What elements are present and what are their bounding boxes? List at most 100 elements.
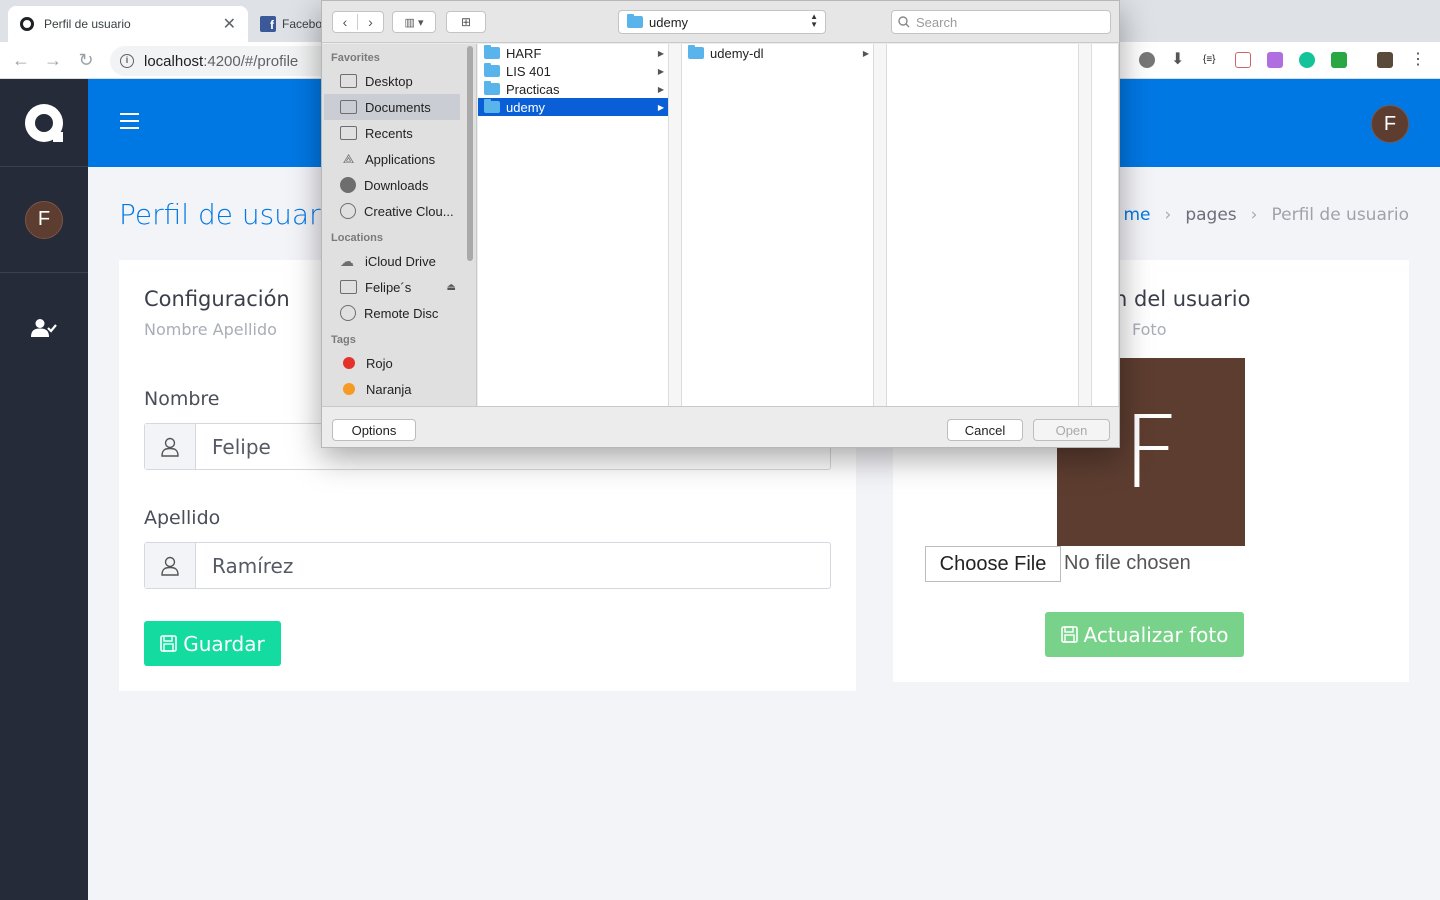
favorites-header: Favorites — [331, 52, 380, 64]
sidebar-item-label: Applications — [365, 151, 436, 167]
breadcrumb-pages[interactable]: pages — [1185, 205, 1236, 225]
sidebar-item-disk[interactable]: Felipe´s ⏏ — [322, 274, 476, 300]
list-item-label: udemy — [506, 99, 546, 115]
desktop-icon — [340, 74, 357, 88]
no-file-label: No file chosen — [1064, 552, 1191, 574]
list-item[interactable]: Practicas ▶ — [478, 80, 668, 98]
sidebar-item-profile[interactable] — [0, 273, 88, 383]
folder-icon — [688, 45, 704, 59]
profile-avatar-icon[interactable] — [1377, 52, 1393, 68]
chevron-right-icon: ▶ — [657, 48, 664, 58]
sidebar-user[interactable]: F — [0, 167, 88, 273]
sidebar-scrollbar[interactable] — [467, 46, 473, 261]
red-tag-icon — [343, 357, 355, 369]
back-forward-control[interactable]: ‹ › — [332, 11, 384, 33]
hamburger-menu-icon[interactable] — [120, 113, 139, 129]
sidebar-item-tag-naranja[interactable]: Naranja — [322, 376, 476, 402]
search-placeholder: Search — [916, 14, 958, 30]
choose-file-button[interactable]: Choose File — [925, 546, 1061, 582]
current-folder-label: udemy — [649, 14, 689, 30]
search-input[interactable]: Search — [891, 10, 1111, 34]
folder-icon — [484, 99, 500, 113]
sidebar-item-label: Desktop — [365, 73, 413, 89]
lastname-value: Ramírez — [212, 553, 294, 578]
sidebar-item-desktop[interactable]: Desktop — [322, 68, 476, 94]
sidebar-item-documents[interactable]: Documents — [324, 94, 460, 120]
cancel-button[interactable]: Cancel — [947, 419, 1023, 441]
extension-icon[interactable] — [1139, 52, 1155, 68]
browser-column-3 — [887, 44, 1079, 406]
json-extension-icon[interactable]: {≡} — [1203, 52, 1219, 68]
sidebar-item-label: Remote Disc — [364, 305, 439, 321]
close-tab-icon[interactable]: ✕ — [223, 14, 236, 34]
save-button[interactable]: Guardar — [144, 621, 281, 666]
sidebar-item-label: Felipe´s — [365, 279, 412, 295]
forward-icon[interactable]: → — [42, 49, 64, 71]
back-icon[interactable]: ← — [10, 49, 32, 71]
dialog-button-bar: Options Cancel Open — [322, 406, 1119, 447]
column-divider[interactable] — [1079, 44, 1092, 406]
lastname-field[interactable]: Ramírez — [144, 542, 831, 589]
card-title: Configuración — [144, 287, 290, 311]
app-sidebar: F — [0, 79, 88, 900]
list-item[interactable]: udemy-dl ▶ — [682, 44, 873, 62]
eject-icon[interactable]: ⏏ — [447, 282, 456, 293]
documents-icon — [340, 100, 357, 114]
disk-icon — [340, 280, 357, 294]
card-subtitle: Foto — [1132, 320, 1167, 339]
search-icon — [898, 16, 910, 28]
avatar: F — [25, 200, 63, 239]
view-mode-icon[interactable]: ▥ ▾ — [392, 11, 436, 33]
url-host: localhost — [144, 52, 204, 70]
download-extension-icon[interactable]: ⬇ — [1171, 52, 1187, 68]
calendar-extension-icon[interactable] — [1235, 52, 1251, 68]
options-button[interactable]: Options — [332, 419, 416, 441]
logo-icon — [25, 103, 63, 142]
sidebar-item-creative-cloud[interactable]: Creative Clou... — [322, 198, 476, 224]
cors-extension-icon[interactable] — [1331, 52, 1347, 68]
update-photo-button[interactable]: Actualizar foto — [1045, 612, 1244, 657]
list-item-selected[interactable]: udemy ▶ — [478, 98, 668, 116]
sidebar-item-remote-disc[interactable]: Remote Disc — [322, 300, 476, 326]
color-extension-icon[interactable] — [1267, 52, 1283, 68]
app-logo[interactable] — [0, 79, 88, 167]
sidebar-item-label: Downloads — [364, 177, 429, 193]
tab-perfil-usuario[interactable]: Perfil de usuario ✕ — [8, 6, 248, 42]
topbar-avatar[interactable]: F — [1371, 105, 1409, 143]
save-icon — [1060, 626, 1078, 643]
new-folder-icon[interactable]: ⊞ — [446, 11, 486, 33]
chevron-right-icon[interactable]: › — [358, 14, 383, 30]
breadcrumb-home[interactable]: me — [1123, 205, 1150, 225]
dialog-sidebar: Favorites Desktop Documents Recents ⟁ App… — [322, 44, 477, 406]
sidebar-item-downloads[interactable]: Downloads — [322, 172, 476, 198]
tab-facebook[interactable]: f Facebo — [252, 6, 332, 42]
app-favicon-icon — [20, 17, 34, 31]
sidebar-item-icloud[interactable]: ☁ iCloud Drive — [322, 248, 476, 274]
grammarly-icon[interactable] — [1299, 52, 1315, 68]
save-icon — [160, 635, 178, 652]
menu-kebab-icon[interactable]: ⋮ — [1410, 52, 1426, 68]
lastname-label: Apellido — [144, 507, 221, 529]
orange-tag-icon — [343, 383, 355, 395]
tab-title: Facebo — [282, 17, 323, 31]
breadcrumb: me › pages › Perfil de usuario — [1123, 205, 1409, 225]
list-item[interactable]: HARF ▶ — [478, 44, 668, 62]
tab-title: Perfil de usuario — [44, 17, 131, 31]
chevron-left-icon[interactable]: ‹ — [333, 14, 359, 30]
creative-cloud-icon — [340, 203, 356, 219]
sidebar-item-tag-rojo[interactable]: Rojo — [322, 350, 476, 376]
sidebar-item-label: Naranja — [366, 381, 412, 397]
sidebar-item-recents[interactable]: Recents — [322, 120, 476, 146]
column-divider[interactable] — [669, 44, 682, 406]
list-item[interactable]: LIS 401 ▶ — [478, 62, 668, 80]
chevron-right-icon: ▶ — [862, 48, 869, 58]
breadcrumb-separator-icon: › — [1164, 205, 1172, 225]
user-icon — [145, 424, 196, 469]
reload-icon[interactable]: ↻ — [75, 49, 97, 71]
list-item-label: udemy-dl — [710, 45, 764, 61]
info-icon[interactable]: i — [120, 54, 134, 68]
column-divider[interactable] — [874, 44, 887, 406]
open-button[interactable]: Open — [1033, 419, 1110, 441]
sidebar-item-applications[interactable]: ⟁ Applications — [322, 146, 476, 172]
folder-path-popup[interactable]: udemy ▲ ▼ — [618, 10, 826, 34]
